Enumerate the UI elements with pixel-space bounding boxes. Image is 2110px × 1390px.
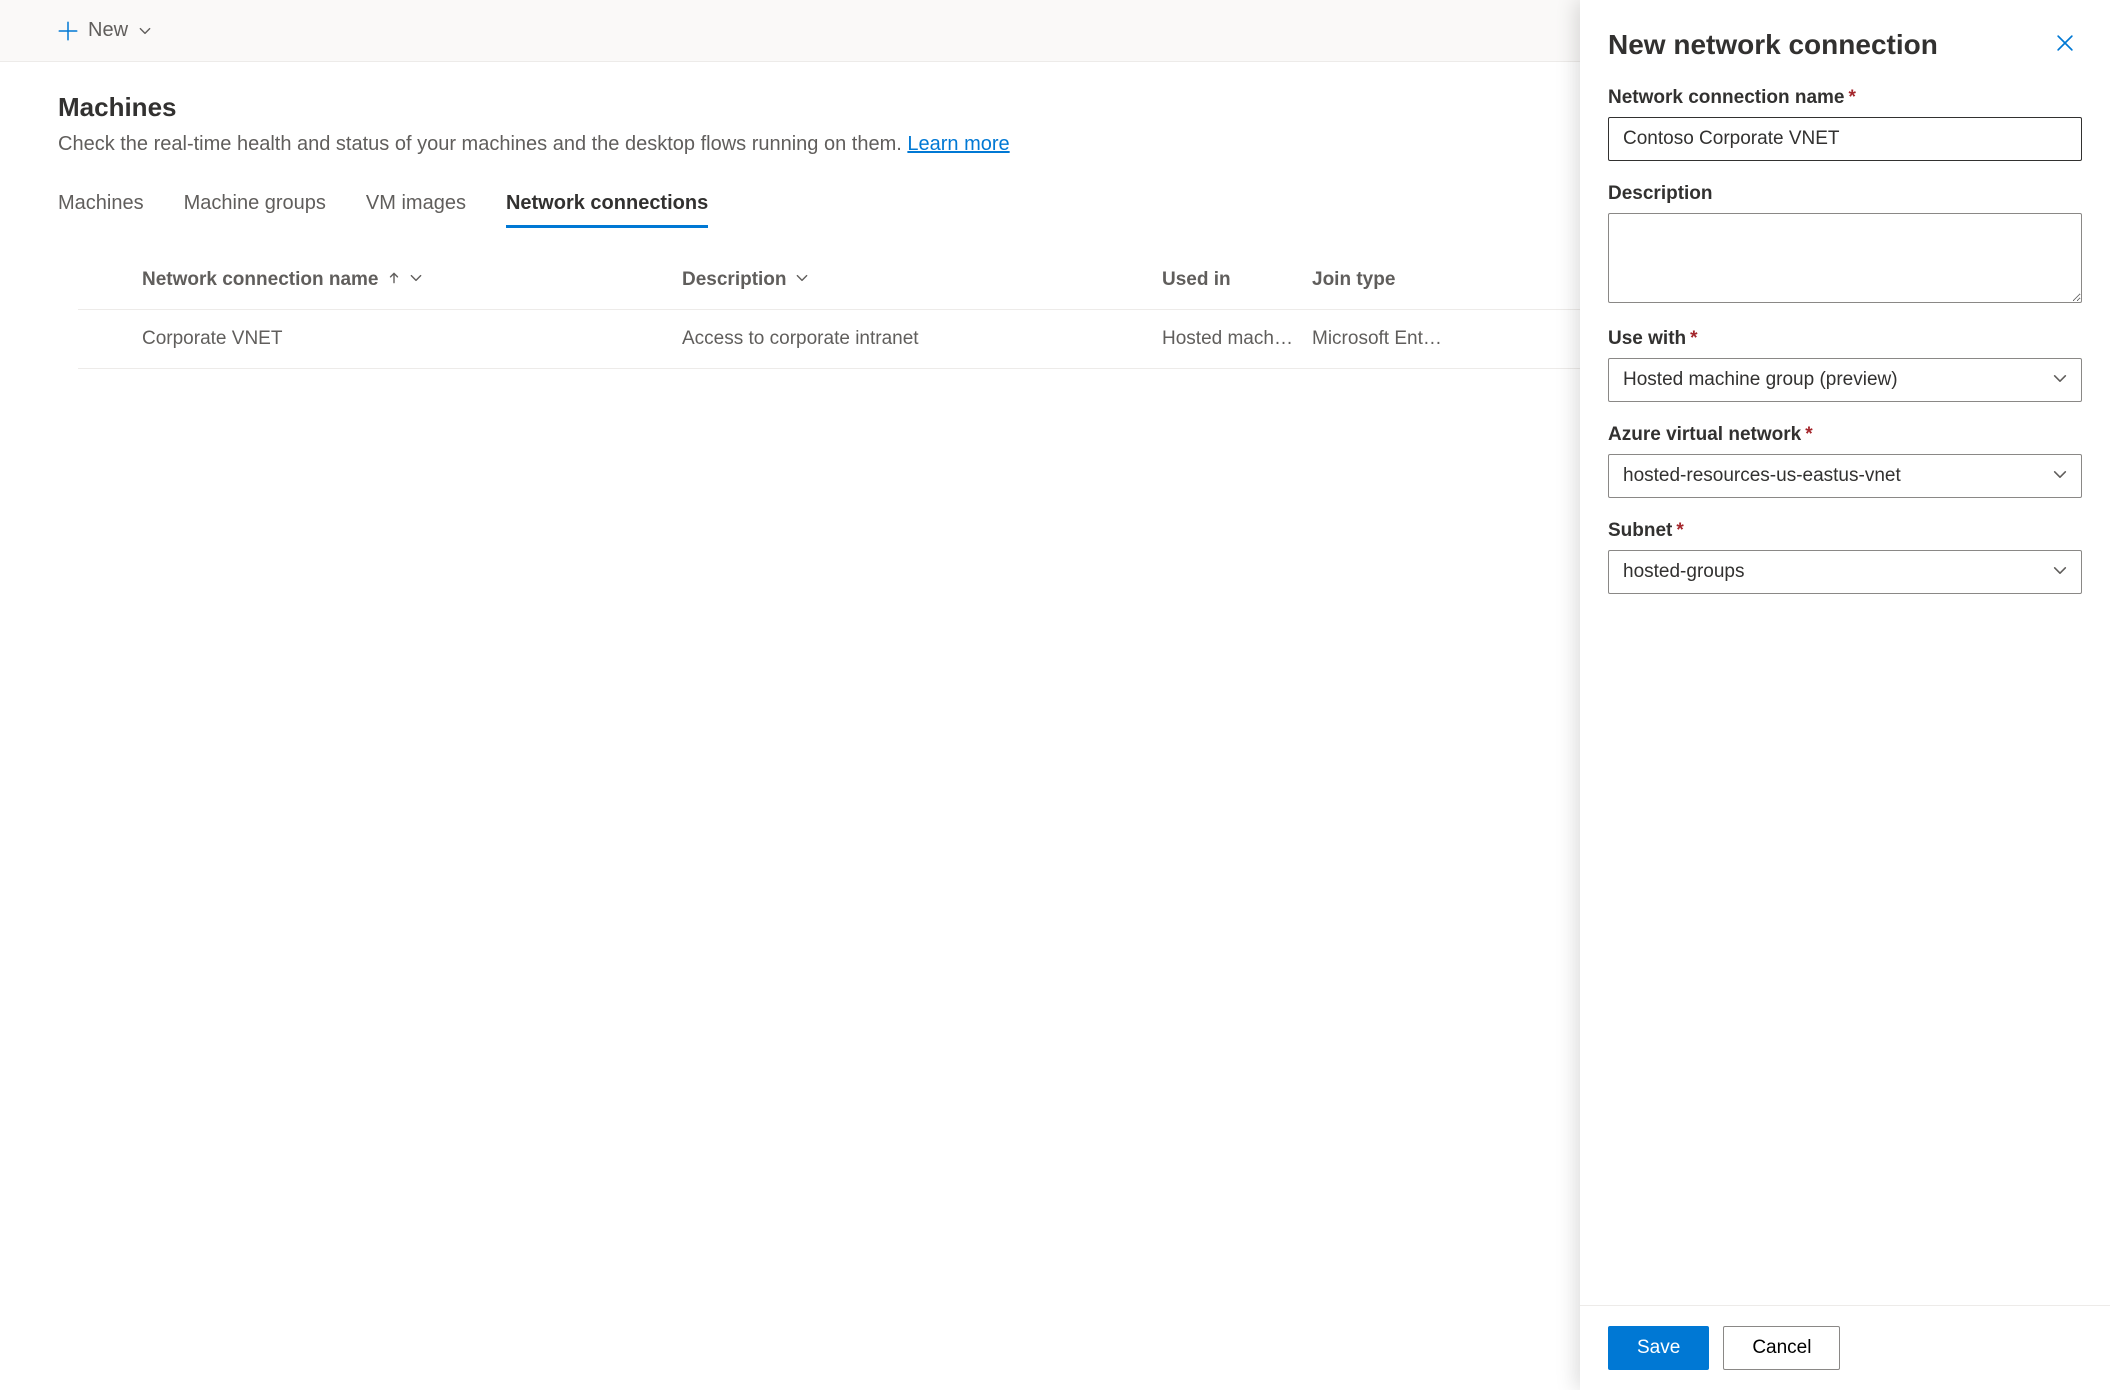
label-azure-vnet: Azure virtual network* <box>1608 424 2082 446</box>
column-header-join-type-label: Join type <box>1312 269 1395 291</box>
tab-network-connections[interactable]: Network connections <box>506 192 708 228</box>
select-subnet-wrap: hosted-groups <box>1608 550 2082 594</box>
field-description: Description <box>1608 183 2082 306</box>
column-header-used-in-label: Used in <box>1162 269 1231 291</box>
column-header-description-label: Description <box>682 269 787 291</box>
tab-machines[interactable]: Machines <box>58 192 144 228</box>
select-azure-vnet[interactable]: hosted-resources-us-eastus-vnet <box>1608 454 2082 498</box>
tab-vm-images[interactable]: VM images <box>366 192 466 228</box>
label-azure-vnet-text: Azure virtual network <box>1608 424 1801 445</box>
select-azure-vnet-wrap: hosted-resources-us-eastus-vnet <box>1608 454 2082 498</box>
required-asterisk: * <box>1676 520 1683 541</box>
close-button[interactable] <box>2048 26 2082 63</box>
page-subtitle-text: Check the real-time health and status of… <box>58 133 907 155</box>
save-button[interactable]: Save <box>1608 1326 1709 1370</box>
label-subnet: Subnet* <box>1608 520 2082 542</box>
cell-join-type: Microsoft Ent… <box>1312 328 1472 350</box>
label-connection-name-text: Network connection name <box>1608 87 1845 108</box>
cancel-button[interactable]: Cancel <box>1723 1326 1840 1370</box>
label-subnet-text: Subnet <box>1608 520 1672 541</box>
panel-body: New network connection Network connectio… <box>1580 0 2110 1305</box>
new-connection-panel: New network connection Network connectio… <box>1580 0 2110 1390</box>
label-use-with-text: Use with <box>1608 328 1686 349</box>
panel-header: New network connection <box>1608 26 2082 63</box>
select-subnet[interactable]: hosted-groups <box>1608 550 2082 594</box>
new-button-label: New <box>88 19 128 42</box>
column-header-used-in[interactable]: Used in <box>1162 269 1312 291</box>
column-header-description[interactable]: Description <box>682 269 1162 291</box>
field-use-with: Use with* Hosted machine group (preview) <box>1608 328 2082 402</box>
chevron-down-icon <box>795 269 809 291</box>
input-description[interactable] <box>1608 213 2082 303</box>
learn-more-link[interactable]: Learn more <box>907 133 1009 155</box>
column-header-name-label: Network connection name <box>142 269 379 291</box>
chevron-down-icon <box>138 24 152 38</box>
cell-description: Access to corporate intranet <box>682 328 1162 350</box>
panel-title: New network connection <box>1608 29 1938 61</box>
required-asterisk: * <box>1690 328 1697 349</box>
sort-ascending-icon <box>387 269 401 291</box>
label-use-with: Use with* <box>1608 328 2082 350</box>
panel-footer: Save Cancel <box>1580 1305 2110 1390</box>
cell-used-in: Hosted mach… <box>1162 328 1312 350</box>
column-header-name[interactable]: Network connection name <box>142 269 682 291</box>
field-subnet: Subnet* hosted-groups <box>1608 520 2082 594</box>
chevron-down-icon <box>409 269 423 291</box>
field-azure-vnet: Azure virtual network* hosted-resources-… <box>1608 424 2082 498</box>
plus-icon <box>58 21 78 41</box>
required-asterisk: * <box>1849 87 1856 108</box>
tab-machine-groups[interactable]: Machine groups <box>184 192 326 228</box>
column-header-join-type[interactable]: Join type <box>1312 269 1472 291</box>
select-use-with[interactable]: Hosted machine group (preview) <box>1608 358 2082 402</box>
field-connection-name: Network connection name* <box>1608 87 2082 161</box>
close-icon <box>2054 42 2076 57</box>
select-use-with-wrap: Hosted machine group (preview) <box>1608 358 2082 402</box>
label-description: Description <box>1608 183 2082 205</box>
required-asterisk: * <box>1805 424 1812 445</box>
new-button[interactable]: New <box>58 19 152 42</box>
label-connection-name: Network connection name* <box>1608 87 2082 109</box>
cell-name: Corporate VNET <box>142 328 682 350</box>
input-connection-name[interactable] <box>1608 117 2082 161</box>
